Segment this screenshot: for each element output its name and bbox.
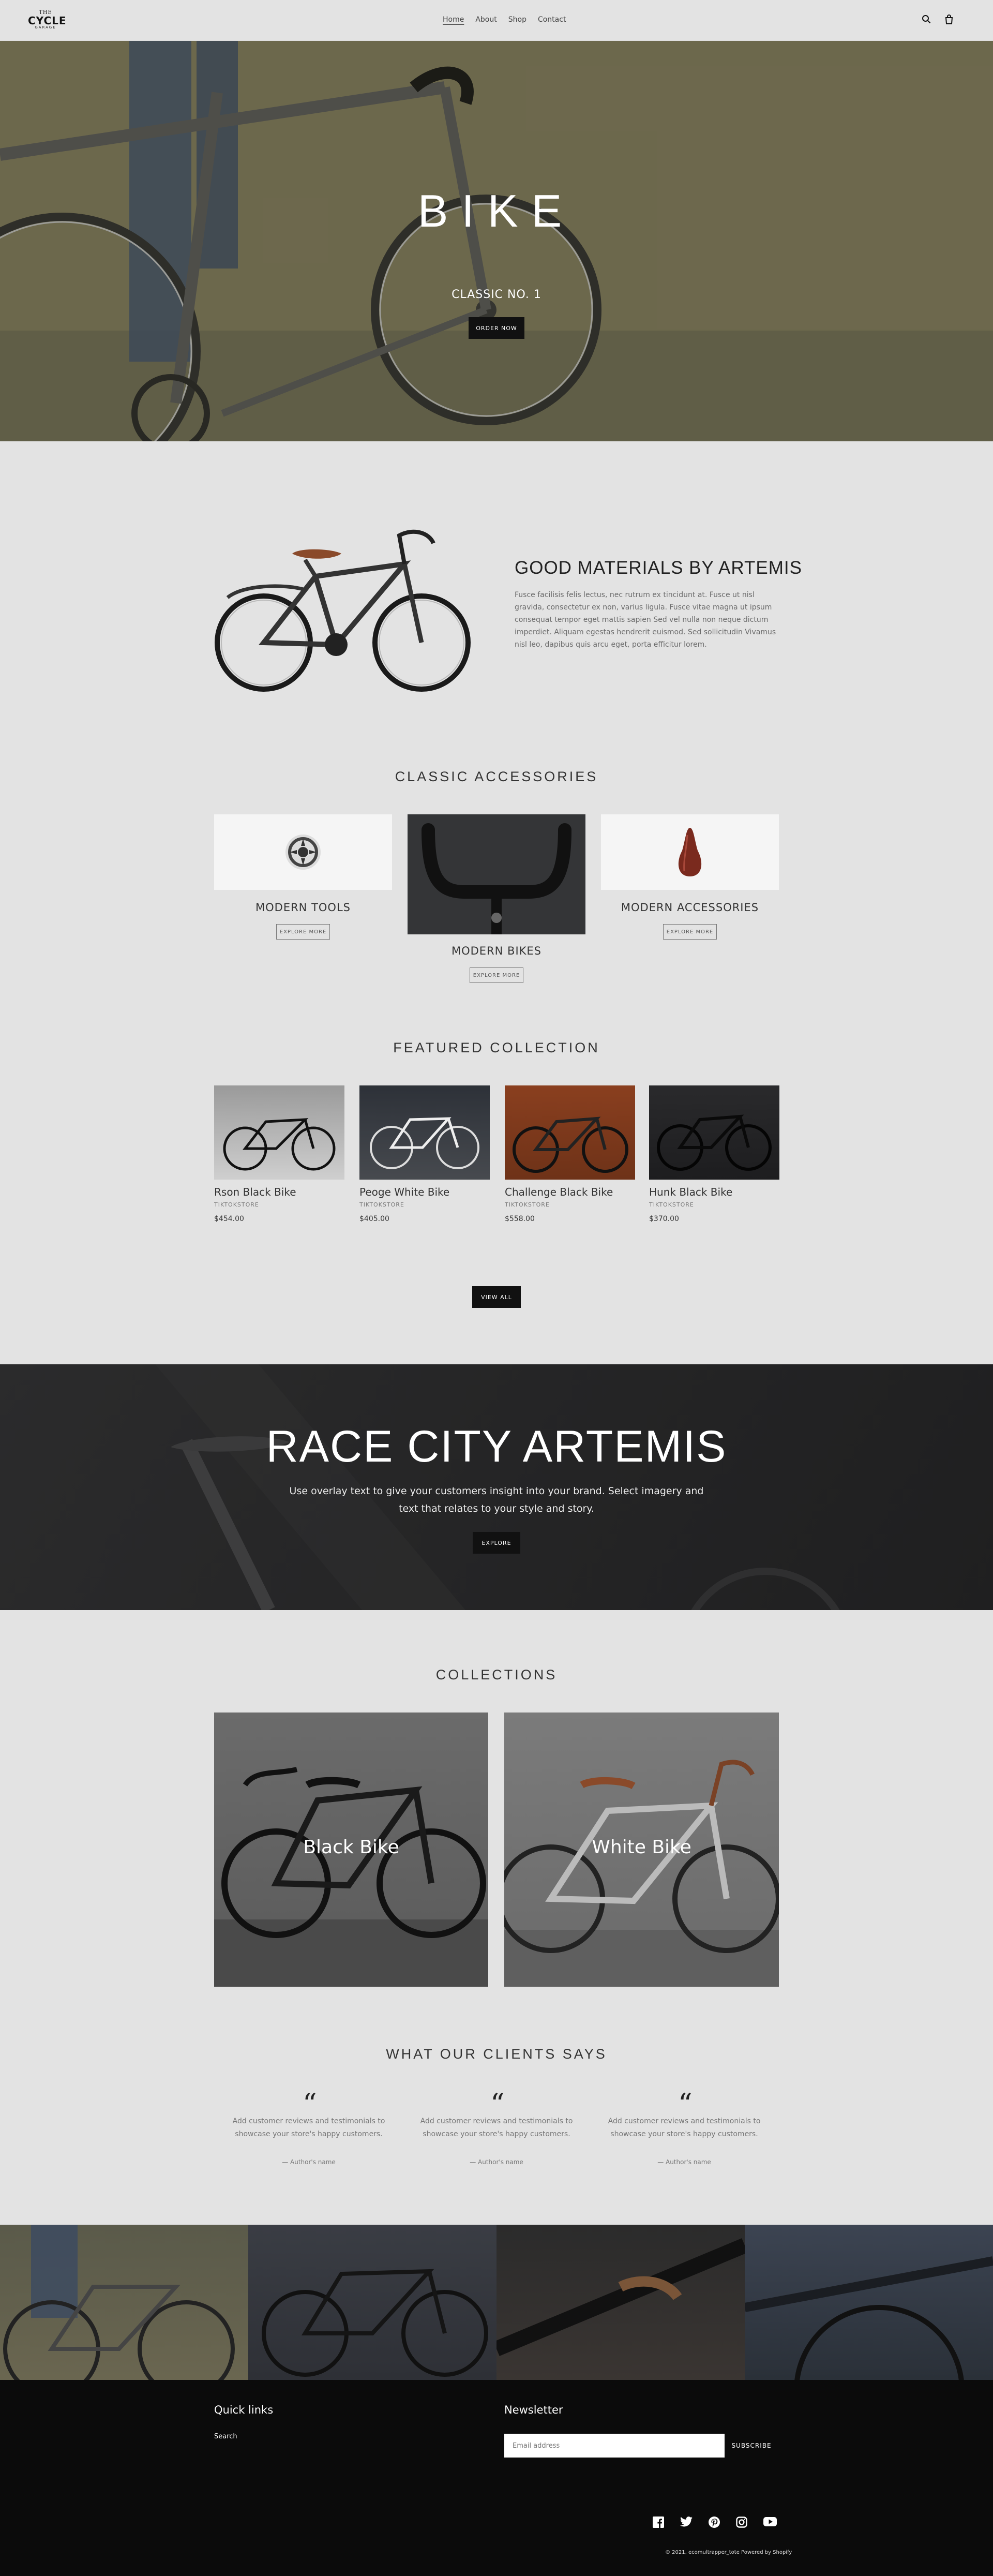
product-vendor: TIKTOKSTORE [359,1201,404,1208]
gallery-handlebar [496,2238,745,2356]
modern-accessories-image[interactable] [601,814,779,890]
product-vendor: TIKTOKSTORE [649,1201,694,1208]
modern-bikes-image[interactable] [408,814,585,934]
pinterest-icon[interactable] [709,2517,720,2528]
testimonial-text: Add customer reviews and testimonials to… [420,2117,573,2138]
testimonial-author: — Author's name [657,2158,711,2166]
nav-shop[interactable]: Shop [508,16,526,24]
cart-icon[interactable] [944,14,954,24]
gallery-image-1[interactable] [0,2225,248,2380]
gallery-bike [262,2269,488,2377]
gallery-image-4[interactable] [745,2225,993,2380]
modern-tools-label: MODERN TOOLS [255,901,351,914]
site-header: THE CYCLE GARAGE Home About Shop Contact [0,0,993,40]
instagram-icon[interactable] [736,2517,747,2528]
modern-bikes-explore-button[interactable]: EXPLORE MORE [470,967,523,983]
newsletter-title: Newsletter [504,2404,563,2416]
race-title: RACE CITY ARTEMIS [266,1422,727,1471]
quote-icon: “ [303,2088,317,2120]
testimonial-text: Add customer reviews and testimonials to… [232,2117,385,2138]
hero-overlay [0,41,993,441]
product-name[interactable]: Hunk Black Bike [649,1186,732,1198]
quote-icon: “ [678,2088,693,2120]
race-description: Use overlay text to give your customers … [289,1485,704,1514]
newsletter-email-input[interactable] [504,2434,725,2458]
product-price: $405.00 [359,1215,389,1223]
order-now-button[interactable]: ORDER NOW [469,317,524,339]
product-image-rson[interactable] [214,1085,344,1180]
bike-thumbnail [513,1116,628,1173]
product-vendor: TIKTOKSTORE [505,1201,550,1208]
collection-label: White Bike [592,1837,691,1858]
search-icon[interactable] [922,14,931,24]
saddle-image [678,828,702,876]
modern-bikes-label: MODERN BIKES [451,945,542,957]
testimonials-title: WHAT OUR CLIENTS SAYS [386,2046,607,2062]
copyright-text: © 2021, ecomultrapper_tote Powered by Sh… [665,2550,792,2555]
bike-thumbnail [657,1114,772,1171]
modern-accessories-label: MODERN ACCESSORIES [621,901,759,914]
product-image-hunk[interactable] [649,1085,779,1180]
logo-main-text: CYCLE [28,14,67,27]
materials-description: Fusce facilisis felis lectus, nec rutrum… [515,591,776,649]
modern-accessories-explore-button[interactable]: EXPLORE MORE [663,924,717,940]
testimonial-author: — Author's name [282,2158,336,2166]
hero-banner: BIKE CLASSIC NO. 1 ORDER NOW [0,41,993,441]
gallery-image-2[interactable] [248,2225,496,2380]
accessories-title: CLASSIC ACCESSORIES [395,769,598,784]
featured-title: FEATURED COLLECTION [393,1040,600,1055]
collection-white-bike[interactable]: White Bike [504,1713,779,1987]
race-city-banner: RACE CITY ARTEMIS Use overlay text to gi… [0,1364,993,1610]
product-price: $370.00 [649,1215,679,1223]
site-logo[interactable]: THE CYCLE GARAGE [28,10,67,31]
header-icons [922,14,954,24]
quick-links-title: Quick links [214,2404,274,2416]
product-price: $454.00 [214,1215,244,1223]
nav-contact[interactable]: Contact [538,16,566,24]
site-footer: Quick links Search Newsletter SUBSCRIBE … [0,2380,993,2576]
modern-tools-explore-button[interactable]: EXPLORE MORE [276,924,330,940]
main-nav: Home About Shop Contact [443,16,566,24]
social-links [653,2517,777,2528]
quote-icon: “ [490,2088,505,2120]
facebook-icon[interactable] [653,2517,664,2528]
gallery-bike [3,2225,235,2380]
explore-button[interactable]: EXPLORE [473,1532,520,1554]
twitter-icon[interactable] [680,2517,693,2527]
product-image-challenge[interactable] [505,1085,635,1180]
testimonial-text: Add customer reviews and testimonials to… [608,2117,761,2138]
subscribe-button[interactable]: SUBSCRIBE [725,2434,778,2458]
youtube-icon[interactable] [763,2517,777,2527]
bike-thumbnail [223,1118,336,1171]
testimonial-author: — Author's name [470,2158,523,2166]
gallery-image-3[interactable] [496,2225,745,2380]
gear-icon [285,835,321,870]
materials-title: GOOD MATERIALS BY ARTEMIS [515,558,802,578]
nav-about[interactable]: About [475,16,496,24]
footer-search-link[interactable]: Search [214,2433,237,2440]
hero-subtitle: CLASSIC NO. 1 [452,288,541,301]
bike-thumbnail [370,1117,479,1169]
product-vendor: TIKTOKSTORE [214,1201,259,1208]
product-image-peoge[interactable] [359,1085,490,1180]
hero-title: BIKE [417,185,576,236]
collection-black-bike[interactable]: Black Bike [214,1713,488,1987]
product-name[interactable]: Challenge Black Bike [505,1186,613,1198]
product-name[interactable]: Rson Black Bike [214,1186,296,1198]
instagram-gallery [0,2225,993,2380]
handlebar-image [408,814,585,934]
materials-bike-image [215,529,471,692]
collection-label: Black Bike [303,1837,399,1858]
product-name[interactable]: Peoge White Bike [359,1186,449,1198]
product-price: $558.00 [505,1215,535,1223]
view-all-button[interactable]: VIEW ALL [472,1286,521,1308]
collections-title: COLLECTIONS [435,1667,558,1682]
nav-home[interactable]: Home [443,16,464,24]
modern-tools-image[interactable] [214,814,392,890]
gallery-bike [745,2256,993,2380]
